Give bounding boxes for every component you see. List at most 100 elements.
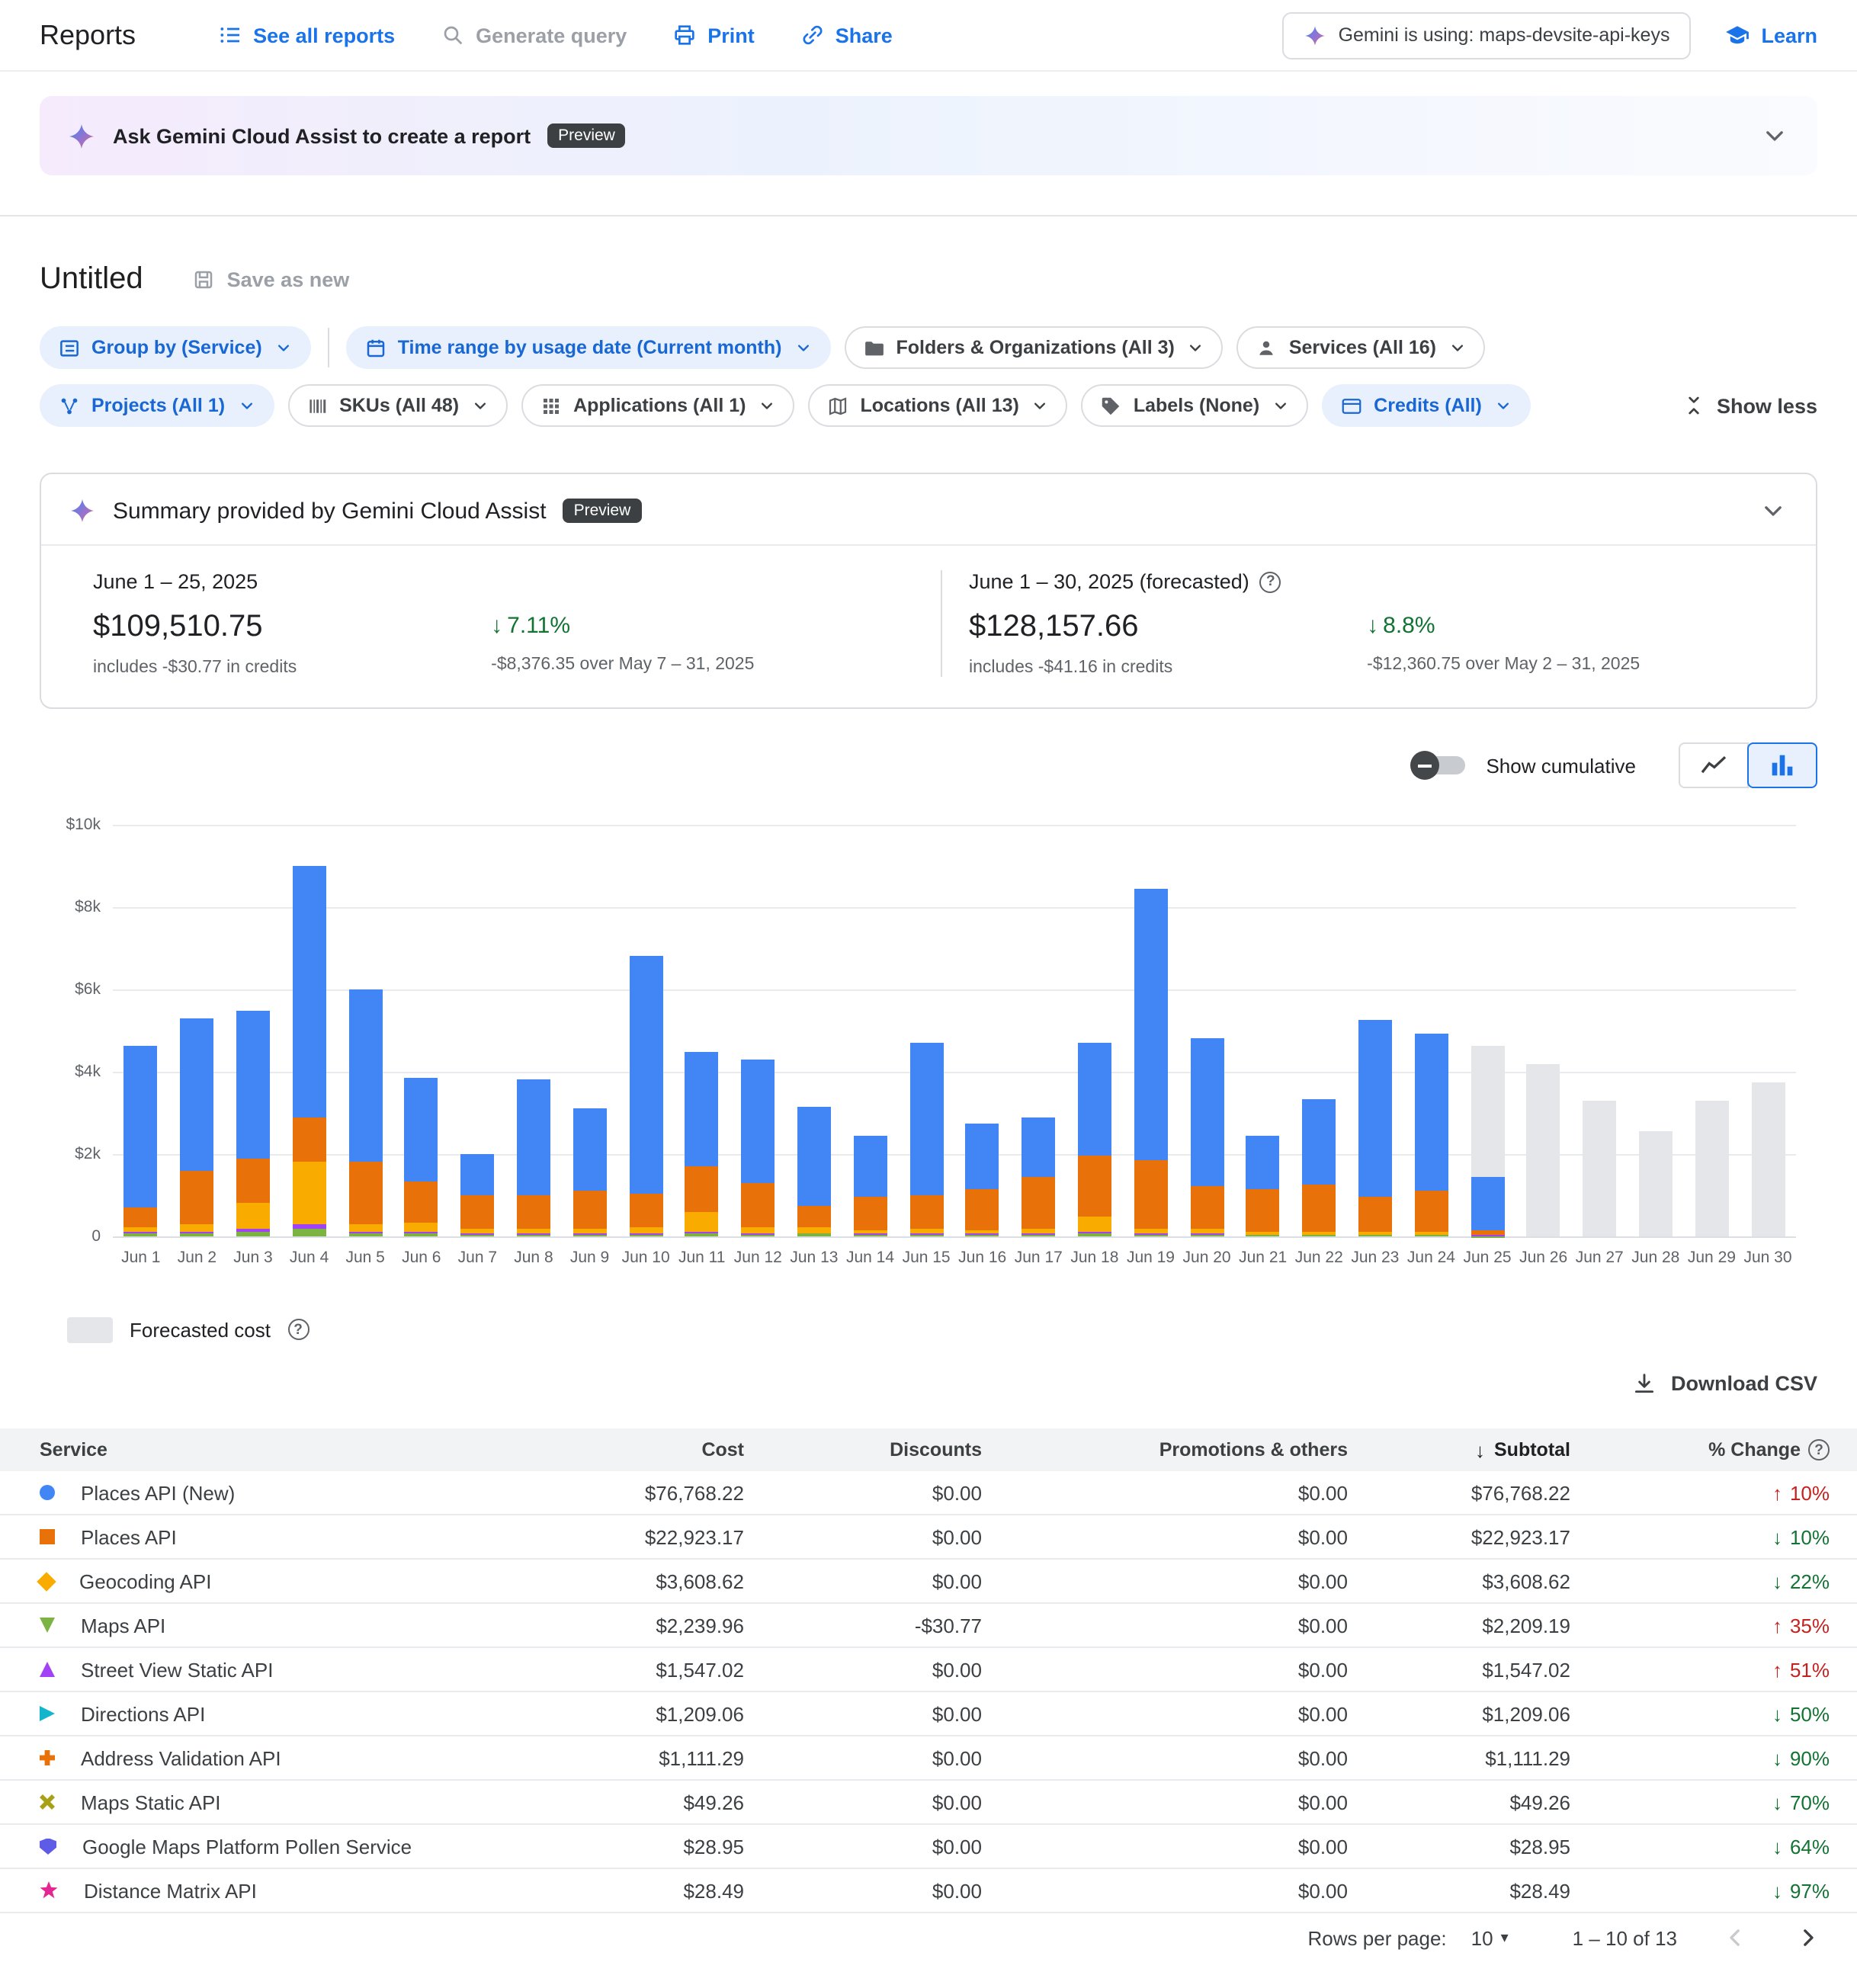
bar-jun-24[interactable]: Jun 24 [1403,825,1460,1236]
show-less-button[interactable]: Show less [1682,393,1817,418]
current-change: ↓7.11% [491,613,754,639]
next-page-button[interactable] [1793,1922,1823,1953]
learn-link[interactable]: Learn [1724,22,1817,48]
filter-chip-skus[interactable]: SKUs (All 48) [287,384,508,427]
filter-chip-folder[interactable]: Folders & Organizations (All 3) [845,326,1224,369]
bar-jun-28[interactable]: Jun 28 [1628,825,1684,1236]
download-csv-button[interactable]: Download CSV [1631,1370,1817,1396]
filter-chip-label: Group by (Service) [91,337,262,358]
table-row[interactable]: Google Maps Platform Pollen Service$28.9… [0,1825,1857,1869]
bar-jun-14[interactable]: Jun 14 [842,825,899,1236]
x-tick-label: Jun 25 [1464,1249,1512,1267]
col-change-header[interactable]: % Change [1570,1439,1830,1461]
table-row[interactable]: Places API (New)$76,768.22$0.00$0.00$76,… [0,1471,1857,1515]
bar-jun-6[interactable]: Jun 6 [393,825,450,1236]
filter-chip-calendar[interactable]: Time range by usage date (Current month) [346,326,831,369]
bar-jun-30[interactable]: Jun 30 [1740,825,1796,1236]
prev-page-button[interactable] [1720,1922,1750,1953]
bar-jun-17[interactable]: Jun 17 [1011,825,1067,1236]
services-icon [1256,336,1278,359]
filter-chip-services[interactable]: Services (All 16) [1237,326,1485,369]
col-discounts-header[interactable]: Discounts [744,1439,982,1461]
bar-jun-16[interactable]: Jun 16 [954,825,1011,1236]
bar-jun-5[interactable]: Jun 5 [337,825,393,1236]
table-row[interactable]: Directions API$1,209.06$0.00$0.00$1,209.… [0,1692,1857,1736]
col-promotions-header[interactable]: Promotions & others [982,1439,1348,1461]
bar-jun-3[interactable]: Jun 3 [225,825,281,1236]
gemini-banner[interactable]: Ask Gemini Cloud Assist to create a repo… [40,96,1817,175]
service-name: Distance Matrix API [84,1879,257,1902]
gemini-context-chip[interactable]: Gemini is using: maps-devsite-api-keys [1282,11,1692,59]
bar-jun-10[interactable]: Jun 10 [617,825,674,1236]
filter-chip-locations[interactable]: Locations (All 13) [808,384,1067,427]
bar-jun-22[interactable]: Jun 22 [1291,825,1347,1236]
filter-chip-labels[interactable]: Labels (None) [1082,384,1308,427]
x-tick-label: Jun 4 [290,1249,329,1267]
bar-jun-20[interactable]: Jun 20 [1179,825,1235,1236]
filter-row-2-list: Projects (All 1) SKUs (All 48) Application… [40,384,1531,427]
series-marker-x-icon [40,1794,55,1810]
bar-jun-11[interactable]: Jun 11 [674,825,730,1236]
table-header: Service Cost Discounts Promotions & othe… [0,1428,1857,1471]
filter-chip-group-by[interactable]: Group by (Service) [40,326,311,369]
filter-chip-label: Time range by usage date (Current month) [398,337,782,358]
table-row[interactable]: Maps Static API$49.26$0.00$0.00$49.26↓70… [0,1781,1857,1825]
bar-jun-1[interactable]: Jun 1 [113,825,169,1236]
service-name: Maps Static API [81,1791,221,1813]
show-cumulative-toggle[interactable] [1413,756,1464,774]
labels-icon [1100,394,1123,417]
x-tick-label: Jun 9 [570,1249,609,1267]
print-button[interactable]: Print [672,23,755,47]
table-row[interactable]: Maps API$2,239.96-$30.77$0.00$2,209.19↑3… [0,1604,1857,1648]
bar-jun-25[interactable]: Jun 25 [1459,825,1515,1236]
col-subtotal-header[interactable]: ↓ Subtotal [1348,1438,1570,1461]
bar-jun-26[interactable]: Jun 26 [1515,825,1572,1236]
save-as-new-button[interactable]: Save as new [192,268,350,290]
filter-chip-credits[interactable]: Credits (All) [1322,384,1531,427]
bar-jun-18[interactable]: Jun 18 [1066,825,1123,1236]
chevron-down-icon[interactable] [1759,120,1790,151]
promotions-value: $0.00 [982,1614,1348,1637]
bar-jun-8[interactable]: Jun 8 [505,825,562,1236]
bar-jun-27[interactable]: Jun 27 [1571,825,1628,1236]
table-row[interactable]: Distance Matrix API$28.49$0.00$0.00$28.4… [0,1869,1857,1913]
help-icon[interactable] [1260,571,1281,592]
line-chart-button[interactable] [1679,742,1749,788]
filter-chip-projects[interactable]: Projects (All 1) [40,384,274,427]
bar-jun-2[interactable]: Jun 2 [169,825,226,1236]
cost-table: Service Cost Discounts Promotions & othe… [0,1428,1857,1913]
x-tick-label: Jun 26 [1519,1249,1567,1267]
bar-jun-15[interactable]: Jun 15 [898,825,954,1236]
bar-chart-button[interactable] [1747,742,1817,788]
billing-reports-page: Reports See all reports Generate query P… [0,0,1857,1988]
chevron-down-icon[interactable] [1758,495,1788,526]
generate-query-link[interactable]: Generate query [441,23,627,47]
gemini-context-label: Gemini is using: maps-devsite-api-keys [1339,24,1670,46]
percent-change: ↓50% [1570,1702,1830,1725]
bar-jun-4[interactable]: Jun 4 [281,825,338,1236]
show-cumulative-label: Show cumulative [1486,754,1636,777]
help-icon[interactable] [287,1319,309,1340]
help-icon[interactable] [1808,1439,1830,1461]
col-cost-header[interactable]: Cost [515,1439,744,1461]
see-all-reports-link[interactable]: See all reports [218,23,395,47]
bar-jun-29[interactable]: Jun 29 [1684,825,1740,1236]
bar-jun-12[interactable]: Jun 12 [730,825,787,1236]
x-tick-label: Jun 2 [178,1249,216,1267]
filter-chip-applications[interactable]: Applications (All 1) [521,384,794,427]
col-service-header[interactable]: Service [40,1439,515,1461]
rows-per-page-select[interactable]: 10 ▾ [1471,1926,1509,1949]
bar-jun-13[interactable]: Jun 13 [786,825,842,1236]
table-row[interactable]: Address Validation API$1,111.29$0.00$0.0… [0,1736,1857,1781]
bar-jun-21[interactable]: Jun 21 [1235,825,1291,1236]
table-row[interactable]: Places API$22,923.17$0.00$0.00$22,923.17… [0,1515,1857,1560]
bar-jun-7[interactable]: Jun 7 [450,825,506,1236]
bar-jun-9[interactable]: Jun 9 [562,825,618,1236]
promotions-value: $0.00 [982,1835,1348,1858]
share-button[interactable]: Share [800,23,893,47]
bar-jun-23[interactable]: Jun 23 [1347,825,1403,1236]
table-row[interactable]: Street View Static API$1,547.02$0.00$0.0… [0,1648,1857,1692]
bar-jun-19[interactable]: Jun 19 [1123,825,1179,1236]
filter-chip-label: Labels (None) [1134,395,1259,416]
table-row[interactable]: Geocoding API$3,608.62$0.00$0.00$3,608.6… [0,1560,1857,1604]
